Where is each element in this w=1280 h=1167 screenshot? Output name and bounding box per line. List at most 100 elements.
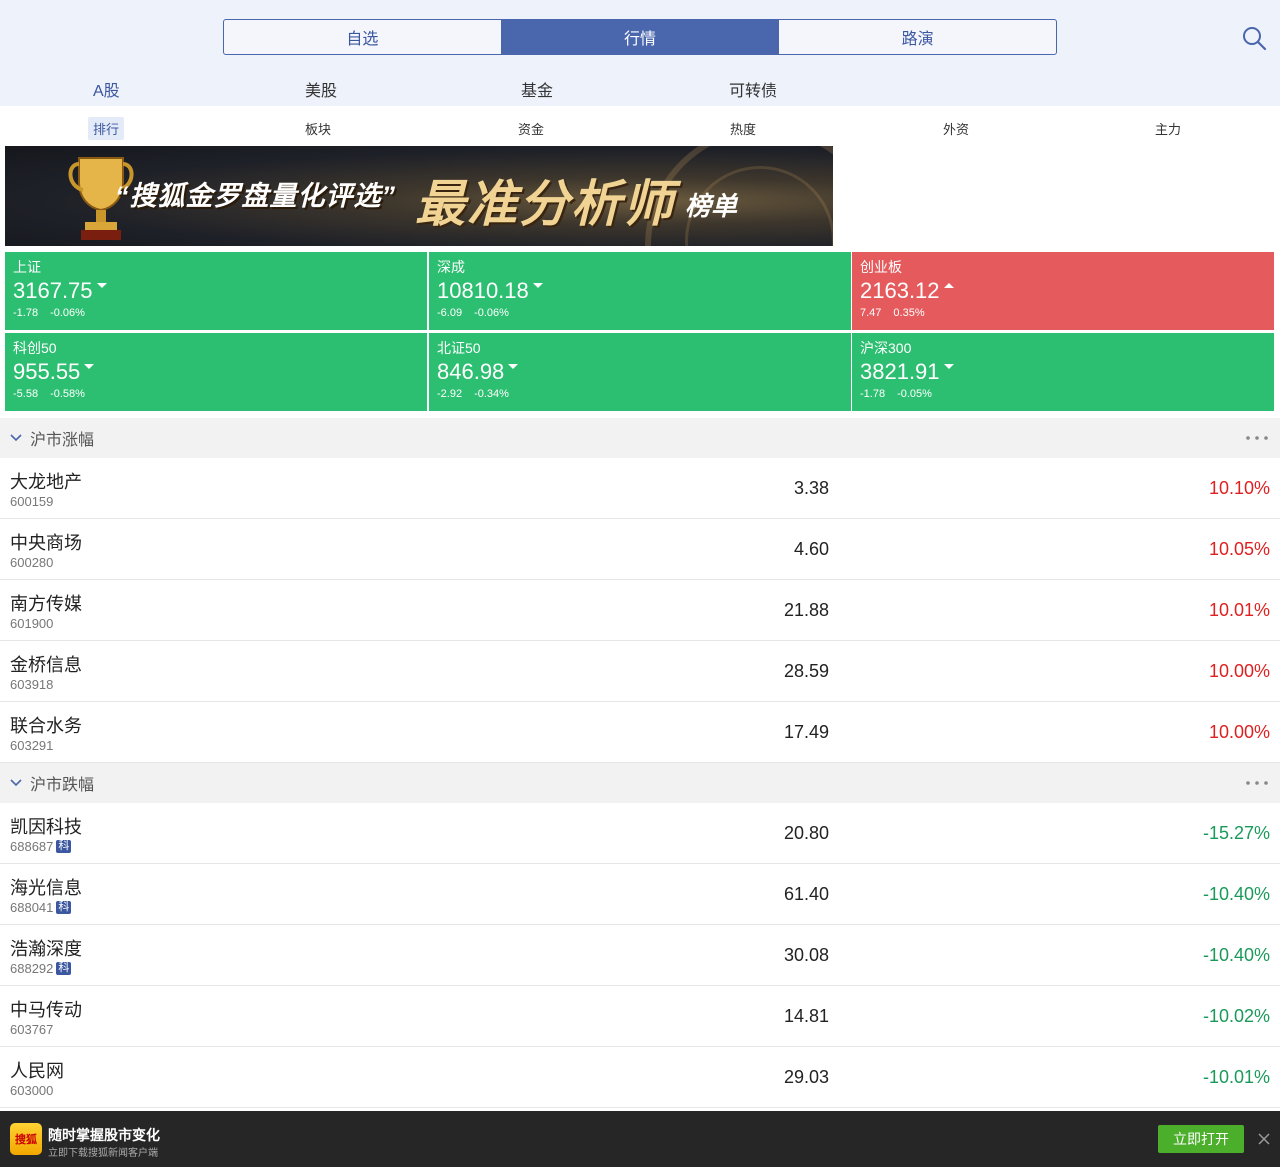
stock-price: 14.81 [783, 1006, 829, 1026]
index-name: 沪深300 [860, 340, 912, 356]
section-header-gainers[interactable]: 沪市涨幅 [0, 418, 1280, 458]
stock-row[interactable]: 金桥信息 603918 28.59 10.00% [0, 641, 1280, 702]
stock-price: 4.60 [793, 539, 829, 559]
close-icon[interactable] [1256, 1131, 1272, 1147]
stock-price: 61.40 [783, 884, 829, 904]
index-change: -6.09 [437, 307, 463, 319]
stock-row[interactable]: 联合水务 603291 17.49 10.00% [0, 702, 1280, 763]
section-header-losers[interactable]: 沪市跌幅 [0, 763, 1280, 803]
stock-code: 688292 [10, 961, 54, 976]
star-market-badge: 科 [56, 962, 72, 975]
index-pct: -0.58% [50, 388, 85, 400]
index-name: 科创50 [13, 340, 57, 356]
index-name: 创业板 [860, 259, 902, 275]
index-value: 846.98 [437, 359, 505, 384]
stock-row[interactable]: 海光信息 688041 科 61.40 -10.40% [0, 864, 1280, 925]
subtab-heat[interactable]: 热度 [725, 117, 761, 140]
index-value: 955.55 [13, 359, 81, 384]
index-name: 深成 [437, 259, 465, 275]
index-change: 7.47 [860, 307, 882, 319]
stock-code: 603767 [10, 1022, 54, 1037]
stock-price: 20.80 [783, 823, 829, 843]
stock-row[interactable]: 南方传媒 601900 21.88 10.01% [0, 580, 1280, 641]
index-pct: -0.34% [474, 388, 509, 400]
index-value: 3167.75 [13, 278, 93, 303]
stock-code: 603918 [10, 677, 54, 692]
down-arrow-icon [532, 282, 543, 288]
index-pct: 0.35% [893, 307, 925, 319]
index-card-star50[interactable]: 科创50 955.55 -5.58 -0.58% [5, 333, 427, 411]
stock-row[interactable]: 凯因科技 688687 科 20.80 -15.27% [0, 803, 1280, 864]
stock-row[interactable]: 浩瀚深度 688292 科 30.08 -10.40% [0, 925, 1280, 986]
segment-watchlist[interactable]: 自选 [224, 20, 502, 54]
index-name: 上证 [13, 259, 41, 275]
open-app-button[interactable]: 立即打开 [1158, 1125, 1244, 1153]
stock-code: 688041 [10, 900, 54, 915]
stock-code: 603000 [10, 1083, 54, 1098]
stock-name: 海光信息 [10, 878, 82, 898]
more-icon[interactable] [1246, 436, 1268, 440]
index-pct: -0.05% [897, 388, 932, 400]
subtab-ranking[interactable]: 排行 [88, 117, 125, 140]
stock-pct: 10.00% [1208, 722, 1270, 742]
index-card-csi300[interactable]: 沪深300 3821.91 -1.78 -0.05% [852, 333, 1274, 411]
index-card-sh[interactable]: 上证 3167.75 -1.78 -0.06% [5, 252, 427, 330]
tab-convertible-bond[interactable]: 可转债 [729, 77, 777, 101]
stock-pct: -15.27% [1202, 823, 1270, 843]
stock-code: 601900 [10, 616, 54, 631]
stock-code: 600159 [10, 494, 54, 509]
stock-name: 南方传媒 [10, 594, 82, 614]
index-change: -2.92 [437, 388, 463, 400]
chevron-down-icon [10, 434, 22, 442]
subtab-foreign[interactable]: 外资 [938, 117, 974, 140]
stock-name: 中央商场 [10, 533, 82, 553]
stock-pct: -10.40% [1202, 945, 1270, 965]
stock-name: 人民网 [10, 1061, 64, 1081]
subtab-sector[interactable]: 板块 [300, 117, 336, 140]
up-arrow-icon [943, 282, 954, 288]
banner-title-small: 榜单 [685, 192, 738, 222]
stock-row[interactable]: 中央商场 600280 4.60 10.05% [0, 519, 1280, 580]
stock-pct: -10.02% [1202, 1006, 1270, 1026]
stock-pct: 10.00% [1208, 661, 1270, 681]
stock-price: 3.38 [793, 478, 829, 498]
chevron-down-icon [10, 779, 22, 787]
segment-market[interactable]: 行情 [501, 20, 780, 54]
index-card-sz[interactable]: 深成 10810.18 -6.09 -0.06% [429, 252, 851, 330]
stock-pct: -10.01% [1202, 1067, 1270, 1087]
subtab-capital[interactable]: 资金 [513, 117, 549, 140]
index-value: 3821.91 [860, 359, 940, 384]
stock-price: 17.49 [783, 722, 829, 742]
stock-code: 600280 [10, 555, 54, 570]
app-download-bar: 搜狐 随时掌握股市变化 立即下载搜狐新闻客户端 立即打开 [0, 1111, 1280, 1167]
top-header: 自选 行情 路演 A股 美股 基金 可转债 [0, 0, 1280, 108]
section-title: 沪市涨幅 [30, 432, 95, 449]
subtab-main-force[interactable]: 主力 [1150, 117, 1186, 140]
tab-fund[interactable]: 基金 [521, 77, 553, 101]
stock-name: 大龙地产 [10, 472, 82, 492]
index-change: -1.78 [860, 388, 886, 400]
stock-row[interactable]: 人民网 603000 29.03 -10.01% [0, 1047, 1280, 1108]
section-title: 沪市跌幅 [30, 777, 95, 794]
index-card-bse50[interactable]: 北证50 846.98 -2.92 -0.34% [429, 333, 851, 411]
analyst-ranking-banner[interactable]: “搜狐金罗盘量化评选” 最准分析师 榜单 [5, 146, 833, 246]
tab-a-share[interactable]: A股 [93, 77, 120, 108]
segment-roadshow[interactable]: 路演 [779, 20, 1056, 54]
stock-pct: 10.05% [1208, 539, 1270, 559]
index-grid: 上证 3167.75 -1.78 -0.06% 深成 10810.18 -6.09… [5, 252, 1275, 411]
stock-name: 联合水务 [10, 716, 82, 736]
stock-name: 凯因科技 [10, 817, 82, 837]
stock-row[interactable]: 大龙地产 600159 3.38 10.10% [0, 458, 1280, 519]
down-arrow-icon [943, 363, 954, 369]
tab-us-stock[interactable]: 美股 [305, 77, 337, 101]
stock-row[interactable]: 中马传动 603767 14.81 -10.02% [0, 986, 1280, 1047]
more-icon[interactable] [1246, 781, 1268, 785]
index-pct: -0.06% [50, 307, 85, 319]
star-market-badge: 科 [56, 840, 72, 853]
index-change: -5.58 [13, 388, 39, 400]
stock-price: 21.88 [783, 600, 829, 620]
stock-pct: 10.10% [1208, 478, 1270, 498]
sub-tabs: 排行 板块 资金 热度 外资 主力 [0, 106, 1280, 146]
search-icon[interactable] [1240, 24, 1268, 52]
index-card-chinext[interactable]: 创业板 2163.12 7.47 0.35% [852, 252, 1274, 330]
